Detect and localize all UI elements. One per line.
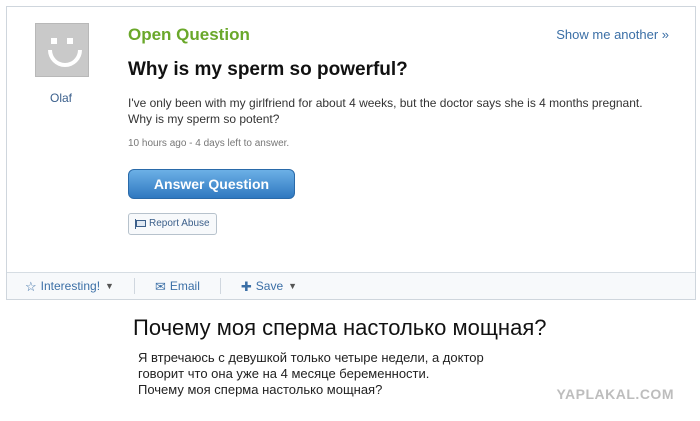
avatar-eye-right [67,38,73,44]
question-meta: 10 hours ago - 4 days left to answer. [128,138,290,149]
question-title: Why is my sperm so powerful? [128,59,408,80]
email-button[interactable]: ✉ Email [155,279,200,293]
watermark: YAPLAKAL.COM [556,386,674,402]
report-abuse-label: Report Abuse [149,218,210,229]
translation-body: Я втречаюсь с девушкой только четыре нед… [138,350,578,398]
star-icon: ☆ [25,278,37,294]
question-card: Olaf Open Question Show me another » Why… [6,6,696,300]
chevron-down-icon: ▼ [105,281,114,291]
action-toolbar: ☆ Interesting! ▼ ✉ Email ✚ Save ▼ [7,272,695,299]
plus-icon: ✚ [240,278,252,294]
question-body: I've only been with my girlfriend for ab… [128,96,643,126]
report-abuse-button[interactable]: Report Abuse [128,213,217,235]
toolbar-divider [133,278,135,294]
save-button[interactable]: ✚ Save ▼ [241,279,297,293]
translation-line: Почему моя сперма настолько мощная? [138,382,383,397]
avatar-smile [48,50,82,67]
show-me-another-link[interactable]: Show me another » [556,27,669,42]
avatar[interactable] [35,23,89,77]
flag-icon [135,219,146,229]
interesting-button[interactable]: ☆ Interesting! ▼ [25,279,114,293]
user-block: Olaf [31,23,91,105]
save-label: Save [255,279,284,293]
username[interactable]: Olaf [31,91,91,105]
translation-line: Я втречаюсь с девушкой только четыре нед… [138,350,484,365]
translation-title: Почему моя сперма настолько мощная? [133,315,547,340]
translation-line: говорит что она уже на 4 месяце беременн… [138,366,430,381]
chevron-down-icon: ▼ [288,281,298,291]
avatar-eye-left [51,38,57,44]
toolbar-divider [219,278,221,294]
answer-question-button[interactable]: Answer Question [128,169,295,199]
email-label: Email [169,279,200,293]
envelope-icon: ✉ [154,278,166,294]
interesting-label: Interesting! [40,279,101,293]
open-question-label: Open Question [128,25,250,44]
